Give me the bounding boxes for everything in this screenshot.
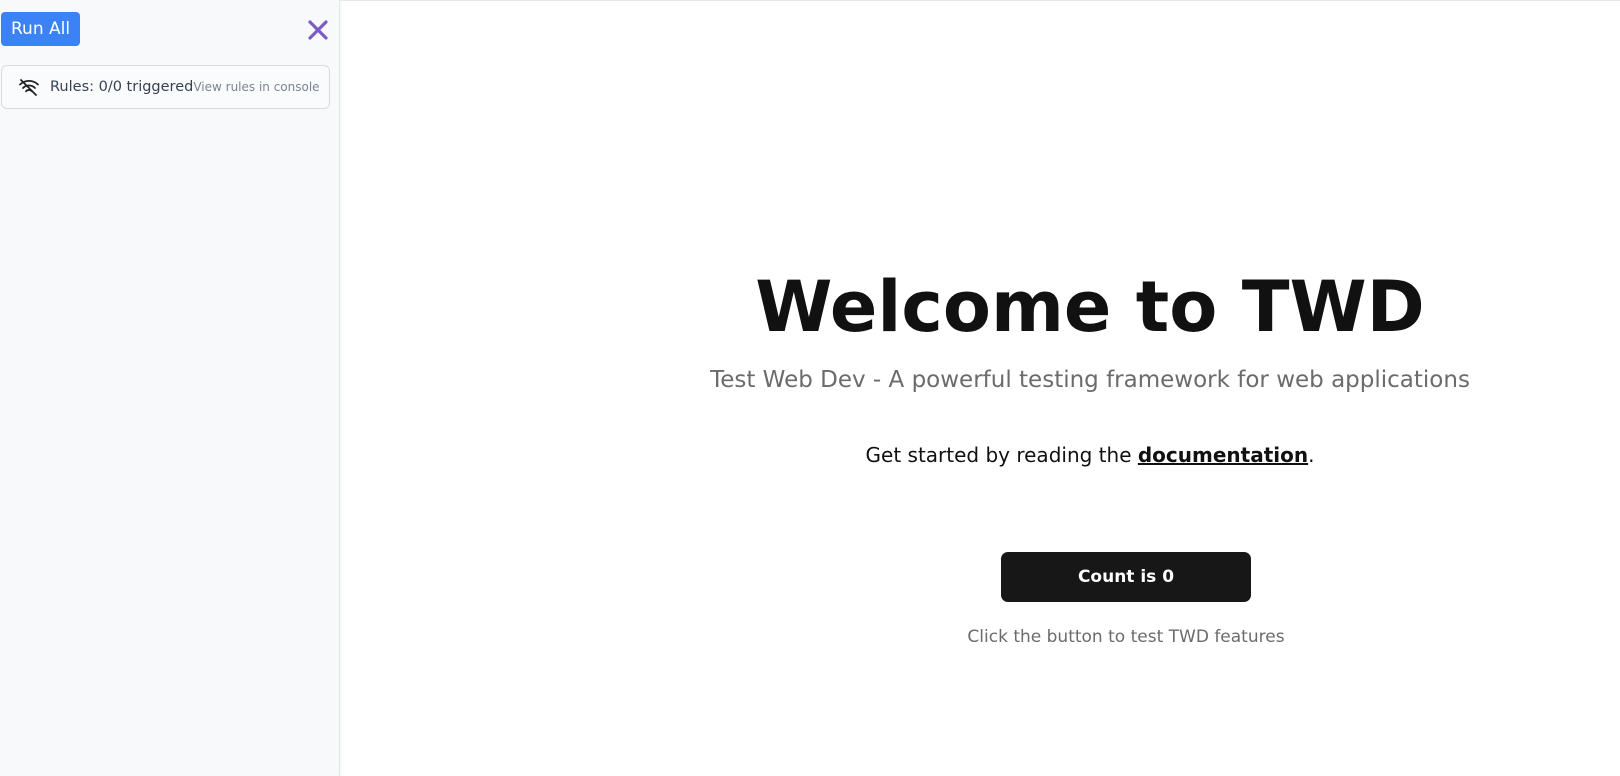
- close-sidebar-button[interactable]: [306, 18, 330, 42]
- close-x-icon: [308, 20, 328, 40]
- get-started-prefix: Get started by reading the: [865, 443, 1138, 467]
- get-started-text: Get started by reading the documentation…: [340, 441, 1620, 469]
- wifi-off-icon: [18, 78, 40, 96]
- app-root: Run All Rules: 0/0 triggered View rules …: [0, 0, 1620, 776]
- page-title: Welcome to TWD: [755, 266, 1425, 348]
- run-all-button[interactable]: Run All: [1, 12, 81, 46]
- count-hint-text: Click the button to test TWD features: [967, 627, 1285, 647]
- documentation-link[interactable]: documentation: [1138, 443, 1308, 467]
- count-button[interactable]: Count is 0: [1001, 552, 1251, 602]
- get-started-suffix: .: [1308, 443, 1315, 467]
- rules-status-panel: Rules: 0/0 triggered View rules in conso…: [1, 65, 330, 109]
- view-rules-link[interactable]: View rules in console: [193, 80, 319, 94]
- rules-status-text: Rules: 0/0 triggered: [50, 79, 194, 95]
- page-subtitle: Test Web Dev - A powerful testing framew…: [710, 367, 1470, 393]
- test-sidebar: Run All Rules: 0/0 triggered View rules …: [0, 0, 340, 776]
- main-content: Welcome to TWD Test Web Dev - A powerful…: [340, 0, 1620, 776]
